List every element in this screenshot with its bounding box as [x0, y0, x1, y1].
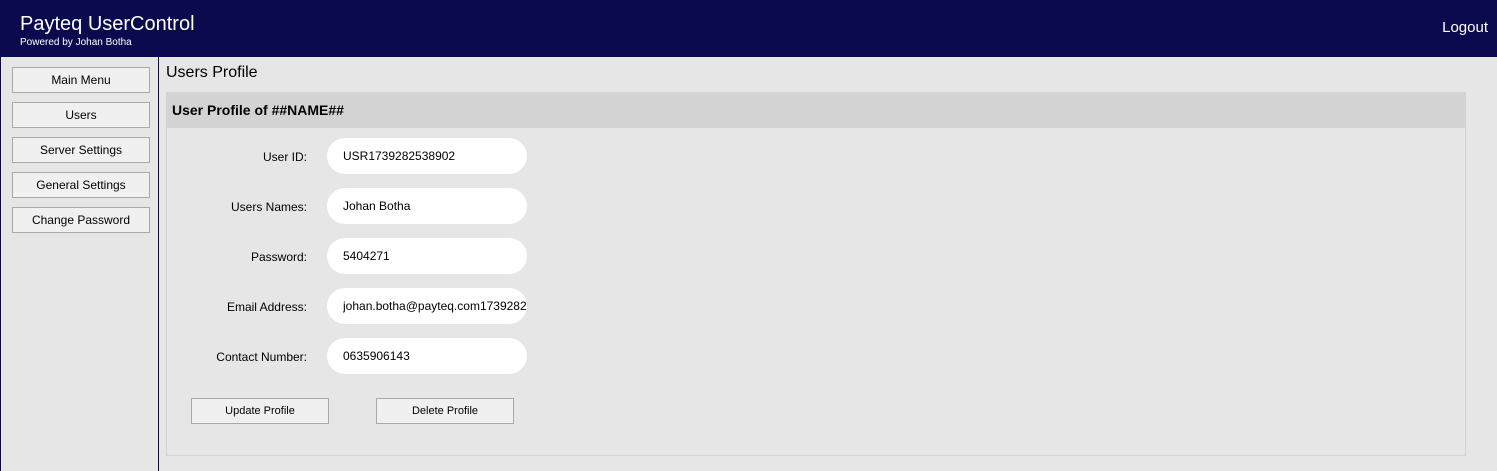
app-title: Payteq UserControl	[20, 13, 195, 35]
contact-number-label: Contact Number:	[216, 350, 307, 364]
sidebar-item-change-password[interactable]: Change Password	[12, 207, 150, 233]
email-address-label: Email Address:	[226, 300, 307, 314]
password-input[interactable]	[327, 238, 527, 274]
logout-link[interactable]: Logout	[1442, 19, 1488, 37]
users-names-input[interactable]	[327, 188, 527, 224]
users-names-label: Users Names:	[230, 200, 307, 214]
sidebar-item-general-settings[interactable]: General Settings	[12, 172, 150, 198]
update-profile-button[interactable]: Update Profile	[191, 398, 329, 424]
delete-profile-button[interactable]: Delete Profile	[376, 398, 514, 424]
sidebar: Main Menu Users Server Settings General …	[0, 57, 159, 471]
sidebar-item-server-settings[interactable]: Server Settings	[12, 137, 150, 163]
sidebar-item-users[interactable]: Users	[12, 102, 150, 128]
app-header: Payteq UserControl Powered by Johan Both…	[0, 0, 1497, 57]
panel-title: User Profile of ##NAME##	[172, 102, 344, 118]
contact-number-input[interactable]	[327, 338, 527, 374]
page-title: Users Profile	[166, 64, 258, 81]
password-label: Password:	[250, 250, 307, 264]
panel-header: User Profile of ##NAME##	[167, 93, 1465, 128]
user-profile-panel: User Profile of ##NAME## User ID: Users …	[166, 92, 1466, 456]
sidebar-item-main-menu[interactable]: Main Menu	[12, 67, 150, 93]
user-id-label: User ID:	[262, 150, 307, 164]
user-id-input[interactable]	[327, 138, 527, 174]
email-address-input[interactable]	[327, 288, 527, 324]
app-subtitle: Powered by Johan Botha	[20, 37, 132, 48]
